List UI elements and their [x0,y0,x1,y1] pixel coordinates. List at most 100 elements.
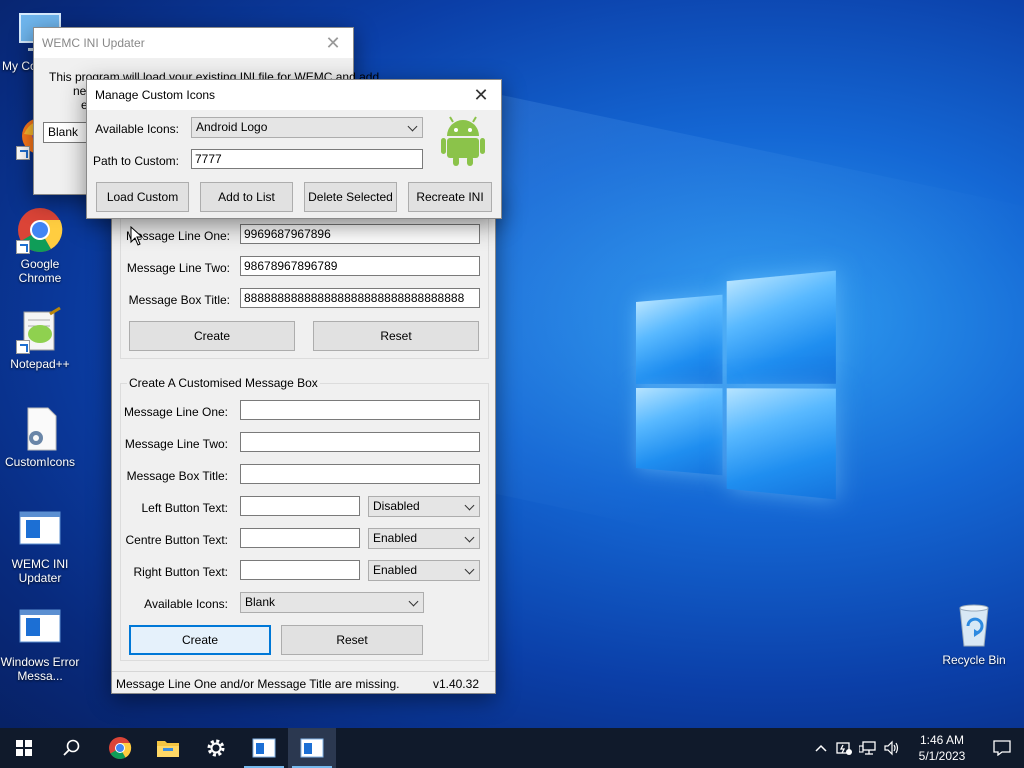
volume-icon[interactable] [880,740,904,756]
available-icons-select[interactable]: Android Logo [191,117,423,138]
taskbar: 1:46 AM 5/1/2023 [0,728,1024,768]
taskbar-file-explorer[interactable] [144,728,192,768]
custom-line-two-input[interactable] [240,432,480,452]
notifications-icon[interactable] [980,728,1024,768]
custom-line-two-label: Message Line Two: [124,437,228,451]
desktop-icon-windows-error-message[interactable]: Windows Error Messa... [0,604,80,683]
recreate-ini-button[interactable]: Recreate INI [408,182,492,212]
status-message: Message Line One and/or Message Title ar… [116,677,400,691]
windows-start-icon [16,740,32,756]
left-button-state-select[interactable]: Disabled [368,496,480,517]
custom-line-one-input[interactable] [240,400,480,420]
recycle-bin-icon [950,602,998,650]
message-generator-window[interactable]: Message Line One: 9969687967896 Message … [111,189,496,694]
app-window-icon [16,506,64,554]
right-button-state-select[interactable]: Enabled [368,560,480,581]
desktop-icon-google-chrome[interactable]: Google Chrome [0,206,80,285]
notepad-plus-plus-icon [16,306,64,354]
desktop-icon-label: Notepad++ [10,357,70,371]
status-bar: Message Line One and/or Message Title ar… [112,671,495,693]
desktop-icon-notepad-plus-plus[interactable]: Notepad++ [0,306,80,371]
custom-group-title: Create A Customised Message Box [127,376,320,390]
custom-create-button[interactable]: Create [129,625,271,655]
clock-date: 5/1/2023 [918,749,966,763]
load-custom-button[interactable]: Load Custom [96,182,189,212]
chevron-down-icon [407,121,418,132]
desktop-icon-label: Windows Error Messa... [0,655,80,683]
taskbar-windows-error-message[interactable] [288,728,336,768]
system-tray: 1:46 AM 5/1/2023 [810,728,1024,768]
chrome-icon [109,737,132,759]
left-button-text-label: Left Button Text: [141,501,228,515]
available-icons-label: Available Icons: [95,122,179,136]
app-window-icon [300,738,324,758]
android-logo-icon [441,116,485,166]
chrome-icon [16,206,64,254]
close-icon[interactable]: ✕ [461,80,501,110]
quick-reset-button[interactable]: Reset [313,321,479,351]
custom-box-title-input[interactable] [240,464,480,484]
quick-line-one-input[interactable]: 9969687967896 [240,224,480,244]
custom-box-title-label: Message Box Title: [126,469,228,483]
chevron-down-icon [408,596,419,607]
mouse-cursor-icon [130,225,144,246]
right-button-text-input[interactable] [240,560,360,580]
custom-reset-button[interactable]: Reset [281,625,423,655]
centre-button-state-select[interactable]: Enabled [368,528,480,549]
add-to-list-button[interactable]: Add to List [200,182,293,212]
quick-line-two-input[interactable]: 98678967896789 [240,256,480,276]
quick-box-title-label: Message Box Title: [128,293,230,307]
settings-file-icon [16,404,64,452]
left-button-text-input[interactable] [240,496,360,516]
close-icon[interactable]: ✕ [313,28,353,58]
taskbar-chrome[interactable] [96,728,144,768]
quick-box-title-input[interactable]: 888888888888888888888888888888888 [240,288,480,308]
clock-time: 1:46 AM [919,733,965,747]
chevron-down-icon [464,500,475,511]
desktop-icon-customicons[interactable]: CustomIcons [0,404,80,469]
right-button-state-value: Enabled [373,563,418,577]
ini-updater-title: WEMC INI Updater [42,36,145,50]
safely-remove-hardware-icon[interactable] [832,740,856,756]
desktop-icon-label: WEMC INI Updater [11,557,69,585]
app-window-icon [252,738,276,758]
taskbar-wemc-ini-updater[interactable] [240,728,288,768]
taskbar-clock[interactable]: 1:46 AM 5/1/2023 [912,732,972,764]
gear-icon [207,739,225,757]
app-window-icon [16,604,64,652]
search-button[interactable] [48,728,96,768]
desktop-icon-label: Recycle Bin [942,653,1006,667]
ini-updater-titlebar[interactable]: WEMC INI Updater ✕ [34,28,353,58]
custom-message-group [120,383,489,661]
windows-wallpaper-logo [636,270,836,500]
network-icon[interactable] [856,740,880,756]
desktop-icon-label: Google Chrome [18,257,62,285]
centre-button-state-value: Enabled [373,531,418,545]
folder-icon [157,741,179,757]
ini-updater-icon-select-value: Blank [48,125,79,139]
delete-selected-button[interactable]: Delete Selected [304,182,397,212]
chevron-down-icon [464,564,475,575]
centre-button-text-label: Centre Button Text: [125,533,228,547]
centre-button-text-input[interactable] [240,528,360,548]
custom-icons-value: Blank [245,595,276,609]
start-button[interactable] [0,728,48,768]
custom-icons-select[interactable]: Blank [240,592,424,613]
path-to-custom-input[interactable]: 7777 [191,149,423,169]
custom-icons-label: Available Icons: [144,597,228,611]
manage-icons-title: Manage Custom Icons [95,88,216,102]
desktop-icon-recycle-bin[interactable]: Recycle Bin [934,602,1014,667]
chevron-up-icon[interactable] [810,744,832,752]
right-button-text-label: Right Button Text: [133,565,229,579]
left-button-state-value: Disabled [373,499,420,513]
version-label: v1.40.32 [432,677,479,691]
search-icon [63,739,80,756]
quick-create-button[interactable]: Create [129,321,295,351]
quick-line-two-label: Message Line Two: [126,261,230,275]
desktop-icon-wemc-ini-updater[interactable]: WEMC INI Updater [0,506,80,585]
available-icons-value: Android Logo [196,120,268,134]
manage-icons-titlebar[interactable]: Manage Custom Icons ✕ [87,80,501,110]
taskbar-settings[interactable] [192,728,240,768]
manage-custom-icons-dialog[interactable]: Manage Custom Icons ✕ Available Icons: A… [86,79,502,219]
chevron-down-icon [464,532,475,543]
